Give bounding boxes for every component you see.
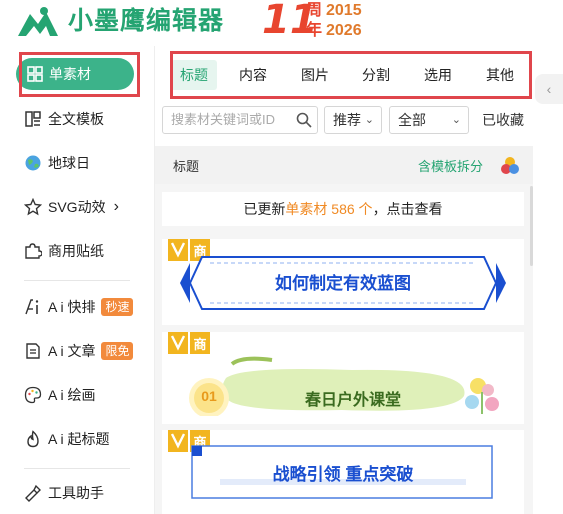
- sidebar-divider: [24, 468, 130, 469]
- sidebar-item-label: A i 快排: [48, 299, 96, 315]
- sidebar-item-ai-quick-layout[interactable]: A i 快排 秒速: [24, 292, 134, 322]
- fire-icon: [27, 430, 39, 448]
- sidebar-item-full-template[interactable]: 全文模板: [24, 104, 104, 134]
- material-card[interactable]: 商 战略引领 重点突破: [162, 430, 524, 514]
- app-name: 小墨鹰编辑器: [68, 7, 225, 35]
- sidebar-item-svg-animation[interactable]: SVG动效 ›: [24, 192, 119, 222]
- chevron-down-icon: ⌄: [451, 114, 461, 126]
- sidebar-item-ai-headline[interactable]: A i 起标题: [24, 424, 109, 454]
- material-list: 标题 含模板拆分 已更新单素材 586 个，点击查看 商 如何制定有效蓝图 商 …: [155, 146, 533, 514]
- anniversary-year-start: 2015: [326, 2, 362, 19]
- tool-icon: [25, 484, 41, 502]
- card-title: 如何制定有效蓝图: [275, 274, 411, 293]
- section-title: 标题: [173, 159, 200, 174]
- sidebar-item-label: A i 文章: [48, 343, 96, 359]
- header: 小墨鹰编辑器 11 周 年 2015 2026: [0, 0, 563, 46]
- anniversary-zhou: 周: [306, 2, 323, 19]
- highlight-box-tabs: [170, 51, 532, 99]
- doc-icon: [26, 343, 40, 359]
- chevron-down-icon: ⌄: [364, 114, 374, 126]
- sidebar-item-label: SVG动效: [48, 199, 106, 215]
- star-icon: [24, 198, 42, 216]
- filter-bar: 搜素材关键词或ID 推荐 ⌄ 全部 ⌄ 已收藏: [162, 106, 532, 136]
- update-notice[interactable]: 已更新单素材 586 个，点击查看: [162, 192, 524, 226]
- section-header: 标题 含模板拆分: [155, 146, 533, 184]
- sidebar-item-label: 地球日: [48, 155, 90, 171]
- anniversary-nian: 年: [306, 22, 323, 39]
- sidebar-item-ai-article[interactable]: A i 文章 限免: [24, 336, 134, 366]
- card-title: 春日户外课堂: [304, 392, 401, 409]
- sidebar-item-label: 商用贴纸: [48, 243, 104, 259]
- sidebar: 单素材 全文模板 地球日 SVG动效 › 商用贴纸 A i 快排 秒速 A i …: [0, 46, 155, 514]
- globe-icon: [25, 155, 41, 171]
- editor-window: 小墨鹰编辑器 11 周 年 2015 2026 单素材 全文模板 地球日 SVG…: [0, 0, 563, 514]
- free-badge: 限免: [101, 342, 134, 360]
- search-icon[interactable]: [296, 112, 312, 128]
- speed-badge: 秒速: [101, 298, 134, 316]
- sort-select[interactable]: 推荐 ⌄: [324, 106, 382, 134]
- sidebar-item-label: A i 起标题: [48, 431, 110, 447]
- sidebar-item-ai-painting[interactable]: A i 绘画: [24, 380, 95, 410]
- scope-select-value: 全部: [398, 112, 426, 128]
- sidebar-item-commercial-stickers[interactable]: 商用贴纸: [24, 236, 104, 266]
- template-icon: [25, 111, 41, 127]
- sidebar-item-label: A i 绘画: [48, 387, 96, 403]
- color-dots-icon[interactable]: [500, 156, 520, 176]
- notice-highlight: 单素材 586 个: [285, 201, 373, 217]
- scrollbar-thumb[interactable]: [530, 186, 533, 266]
- ai-icon: [25, 299, 39, 315]
- favorites-link[interactable]: 已收藏: [482, 106, 524, 134]
- notice-suffix: ，点击查看: [372, 201, 443, 217]
- card-title: 战略引领 重点突破: [272, 465, 414, 484]
- palette-icon: [24, 386, 42, 404]
- chevron-left-icon: ‹: [546, 81, 552, 97]
- template-split-link[interactable]: 含模板拆分: [418, 156, 483, 175]
- collapse-panel-button[interactable]: ‹: [535, 74, 563, 104]
- sidebar-item-label: 工具助手: [48, 485, 104, 501]
- search-input[interactable]: 搜素材关键词或ID: [162, 106, 318, 134]
- material-card[interactable]: 商 01 春日户外课堂: [162, 332, 524, 424]
- puzzle-icon: [25, 243, 42, 259]
- sidebar-divider: [24, 280, 130, 281]
- chevron-right-icon: ›: [113, 198, 119, 215]
- anniversary-year-end: 2026: [326, 22, 362, 39]
- sort-select-value: 推荐: [333, 112, 361, 128]
- scope-select[interactable]: 全部 ⌄: [389, 106, 469, 134]
- sidebar-item-tools[interactable]: 工具助手: [24, 478, 104, 508]
- sidebar-item-earth-day[interactable]: 地球日: [24, 148, 90, 178]
- eagle-logo-icon: [18, 7, 58, 36]
- highlight-box-sidebar: [19, 52, 140, 97]
- material-card[interactable]: 商 如何制定有效蓝图: [162, 239, 524, 325]
- sidebar-item-label: 全文模板: [48, 111, 104, 127]
- scrollbar[interactable]: [530, 146, 533, 514]
- notice-prefix: 已更新: [243, 201, 286, 217]
